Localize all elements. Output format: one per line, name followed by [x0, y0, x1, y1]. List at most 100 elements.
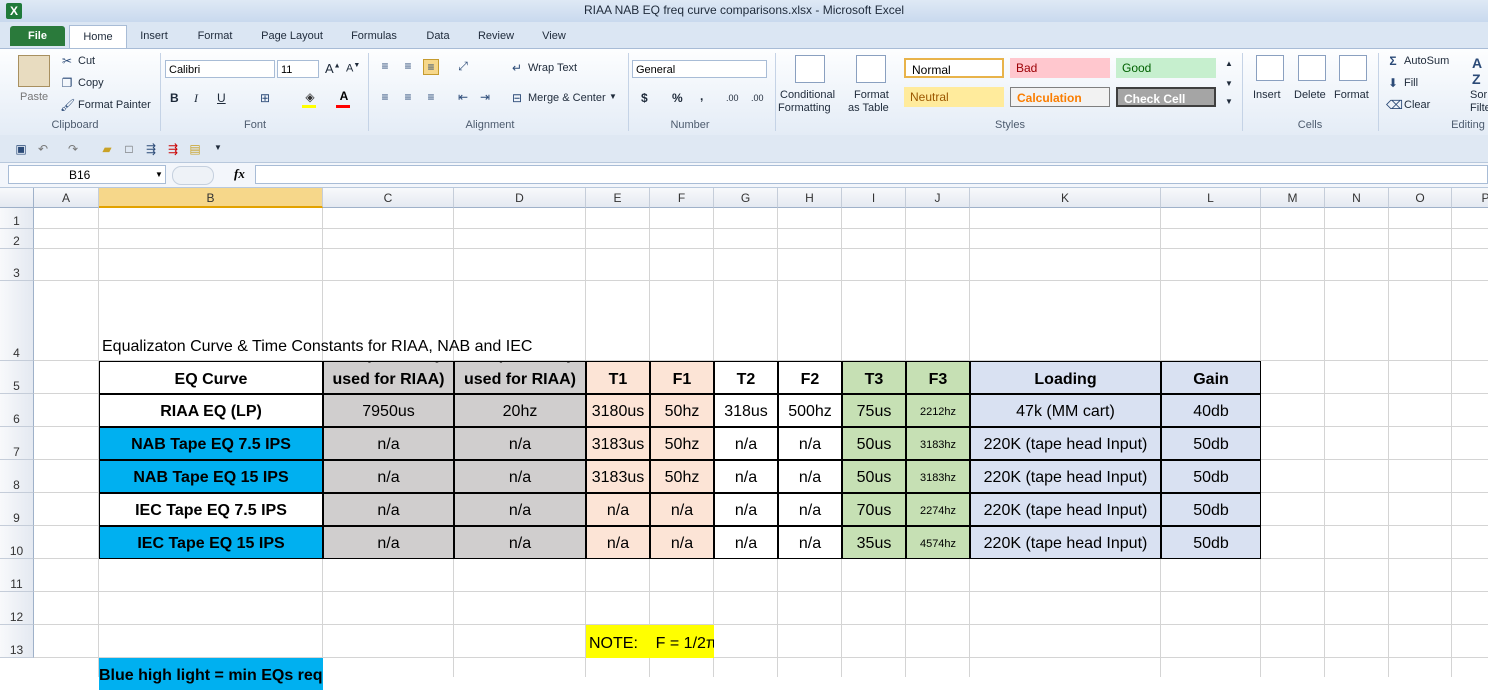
table-data-cell[interactable]: n/a — [323, 460, 454, 493]
column-header-p[interactable]: P — [1452, 188, 1488, 208]
table-data-cell[interactable]: n/a — [650, 526, 714, 559]
formula-input[interactable] — [255, 165, 1488, 184]
align-top-icon[interactable]: ≡ — [378, 59, 392, 73]
sheet-title-cell[interactable]: Equalizaton Curve & Time Constants for R… — [99, 281, 714, 361]
table-data-cell[interactable]: n/a — [323, 526, 454, 559]
table-data-cell[interactable]: 500hz — [778, 394, 842, 427]
underline-button[interactable]: U — [217, 91, 226, 105]
table-header-cell[interactable]: Loading — [970, 361, 1161, 394]
merge-center-button[interactable]: Merge & Center — [528, 92, 606, 104]
styles-more-icon[interactable]: ▼ — [1225, 97, 1233, 106]
styles-scroll-down-icon[interactable]: ▼ — [1225, 79, 1233, 88]
row-header-9[interactable]: 9 — [0, 493, 34, 526]
format-as-table-icon[interactable] — [856, 55, 886, 83]
table-header-cell[interactable]: T 0.5 (not always used for RIAA) — [323, 361, 454, 394]
customize-qat-icon[interactable]: ▼ — [214, 143, 222, 152]
increase-decimal-button[interactable]: .00 — [726, 93, 739, 103]
row-header-1[interactable]: 1 — [0, 208, 34, 229]
table-data-cell[interactable]: n/a — [454, 427, 586, 460]
autosum-button[interactable]: AutoSum — [1404, 55, 1449, 67]
align-center-icon[interactable]: ≡ — [401, 90, 415, 104]
table-data-cell[interactable]: 7950us — [323, 394, 454, 427]
table-data-cell[interactable]: n/a — [454, 526, 586, 559]
format-cells-icon[interactable] — [1339, 55, 1367, 81]
tab-insert[interactable]: Insert — [134, 26, 174, 46]
row-header-3[interactable]: 3 — [0, 249, 34, 281]
clear-button[interactable]: Clear — [1404, 99, 1430, 111]
table-data-cell[interactable]: n/a — [714, 493, 778, 526]
formula-bar-splitter[interactable] — [172, 166, 214, 185]
table-data-cell[interactable]: 318us — [714, 394, 778, 427]
copy-icon[interactable]: ❐ — [60, 76, 74, 90]
table-data-cell[interactable]: 2274hz — [906, 493, 970, 526]
table-data-cell[interactable]: 75us — [842, 394, 906, 427]
column-header-m[interactable]: M — [1261, 188, 1325, 208]
row-header-4[interactable]: 4 — [0, 281, 34, 361]
select-all-corner[interactable] — [0, 188, 34, 208]
table-data-cell[interactable]: 50db — [1161, 493, 1261, 526]
table-header-cell[interactable]: F3 — [906, 361, 970, 394]
row-header-6[interactable]: 6 — [0, 394, 34, 427]
eraser-icon[interactable]: ⌫ — [1386, 98, 1403, 112]
row-header-13[interactable]: 13 — [0, 625, 34, 658]
align-middle-icon[interactable]: ≡ — [401, 59, 415, 73]
table-data-cell[interactable]: n/a — [586, 493, 650, 526]
table-header-cell[interactable]: T3 — [842, 361, 906, 394]
table-data-cell[interactable]: 220K (tape head Input) — [970, 427, 1161, 460]
format-painter-icon[interactable]: 🖌 — [60, 98, 75, 112]
paste-icon[interactable] — [18, 55, 50, 87]
copy-button[interactable]: Copy — [78, 77, 104, 89]
note-cell[interactable]: NOTE: F = 1/2πT — [586, 625, 714, 658]
table-data-cell[interactable]: n/a — [323, 427, 454, 460]
column-header-l[interactable]: L — [1161, 188, 1261, 208]
row-header-11[interactable]: 11 — [0, 559, 34, 592]
paste-button[interactable]: Paste — [20, 91, 48, 103]
row-header-7[interactable]: 7 — [0, 427, 34, 460]
table-data-cell[interactable]: 47k (MM cart) — [970, 394, 1161, 427]
table-data-cell[interactable]: 3180us — [586, 394, 650, 427]
column-header-a[interactable]: A — [34, 188, 99, 208]
insert-function-icon[interactable]: fx — [234, 166, 245, 182]
align-left-icon[interactable]: ≡ — [378, 90, 392, 104]
column-header-e[interactable]: E — [586, 188, 650, 208]
bold-button[interactable]: B — [170, 91, 179, 105]
table-data-cell[interactable]: n/a — [586, 526, 650, 559]
wrap-text-icon[interactable]: ↵ — [510, 61, 524, 75]
format-as-table-button-line2[interactable]: as Table — [848, 102, 889, 114]
table-header-cell[interactable]: T1 — [586, 361, 650, 394]
format-as-table-button[interactable]: Format — [854, 89, 889, 101]
paste-special-icon[interactable]: ▤ — [188, 142, 202, 156]
tab-data[interactable]: Data — [418, 26, 458, 46]
chevron-down-icon[interactable]: ▼ — [155, 170, 163, 179]
italic-button[interactable]: I — [194, 91, 198, 106]
table-data-cell[interactable]: n/a — [714, 460, 778, 493]
merge-center-icon[interactable]: ⊟ — [510, 91, 524, 105]
currency-button[interactable]: $ — [641, 91, 648, 105]
fill-button[interactable]: Fill — [1404, 77, 1418, 89]
table-data-cell[interactable]: n/a — [714, 427, 778, 460]
delete-cells-icon[interactable] — [1298, 55, 1326, 81]
styles-scroll-up-icon[interactable]: ▲ — [1225, 59, 1233, 68]
table-data-cell[interactable]: 3183us — [586, 460, 650, 493]
tab-file[interactable]: File — [10, 26, 65, 46]
column-header-d[interactable]: D — [454, 188, 586, 208]
table-data-cell[interactable]: 50hz — [650, 427, 714, 460]
worksheet-grid[interactable]: ABCDEFGHIJKLMNOP 1 2 3 4 5 6 7 8 9 10 11 12 13 Equal… — [0, 188, 1488, 690]
table-data-cell[interactable]: 4574hz — [906, 526, 970, 559]
eq-curve-label-cell[interactable]: NAB Tape EQ 7.5 IPS — [99, 427, 323, 460]
row-header-5[interactable]: 5 — [0, 361, 34, 394]
row-header-2[interactable]: 2 — [0, 229, 34, 249]
font-size-select[interactable]: 11 — [277, 60, 319, 78]
style-normal[interactable]: Normal — [904, 58, 1004, 78]
conditional-formatting-button-line2[interactable]: Formatting — [778, 102, 831, 114]
tab-formulas[interactable]: Formulas — [344, 26, 404, 46]
column-header-f[interactable]: F — [650, 188, 714, 208]
table-data-cell[interactable]: 220K (tape head Input) — [970, 493, 1161, 526]
table-data-cell[interactable]: 70us — [842, 493, 906, 526]
insert-cells-icon[interactable] — [1256, 55, 1284, 81]
table-data-cell[interactable]: 20hz — [454, 394, 586, 427]
redo-icon[interactable]: ↷ — [66, 142, 80, 156]
style-calculation[interactable]: Calculation — [1010, 87, 1110, 107]
table-header-cell[interactable]: F 0.5 (not always used for RIAA) — [454, 361, 586, 394]
table-data-cell[interactable]: n/a — [714, 526, 778, 559]
